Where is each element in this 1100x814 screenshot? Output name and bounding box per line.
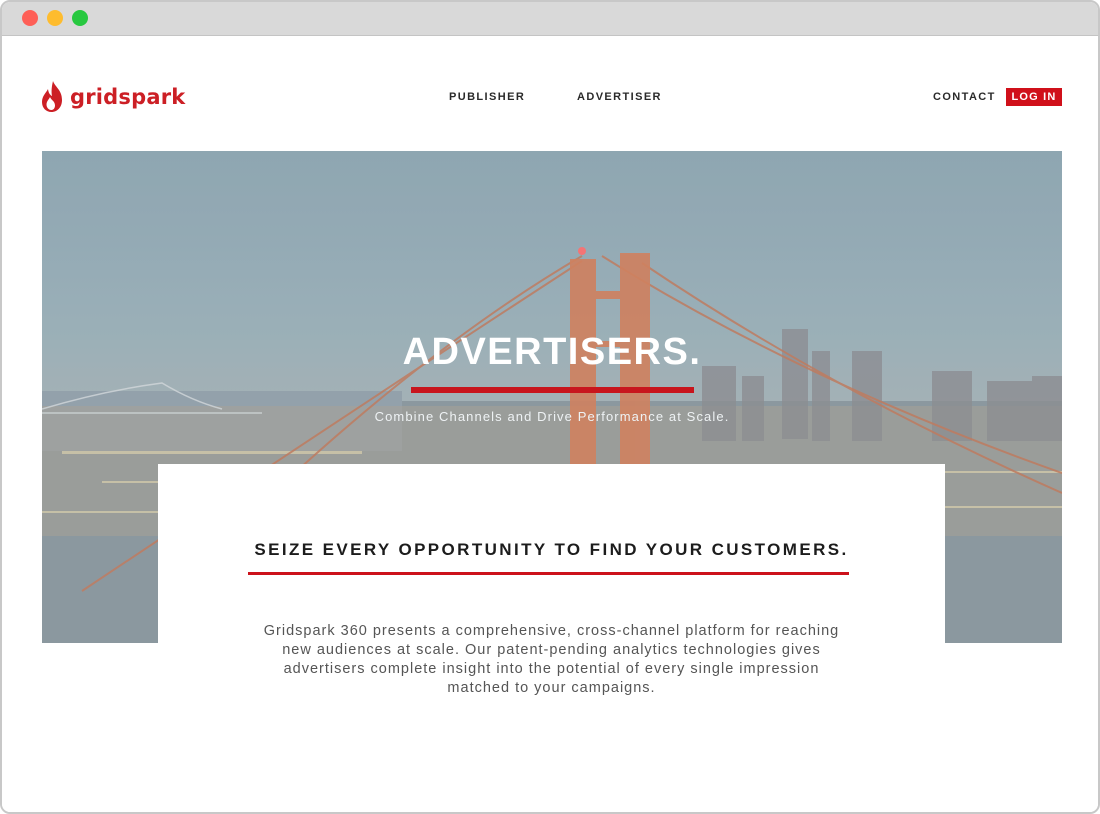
maximize-icon[interactable]: [72, 10, 88, 26]
window-titlebar: [2, 2, 1098, 36]
minimize-icon[interactable]: [47, 10, 63, 26]
web-page: gridspark PUBLISHER ADVERTISER CONTACT L…: [2, 36, 1098, 812]
section-heading-underline: [248, 572, 849, 575]
intro-card: SEIZE EVERY OPPORTUNITY TO FIND YOUR CUS…: [158, 464, 945, 812]
hero-title: ADVERTISERS.: [402, 331, 702, 373]
nav-advertiser-link[interactable]: ADVERTISER: [577, 91, 662, 103]
close-icon[interactable]: [22, 10, 38, 26]
section-heading: SEIZE EVERY OPPORTUNITY TO FIND YOUR CUS…: [254, 540, 849, 559]
brand-logo[interactable]: gridspark: [40, 80, 185, 114]
brand-name: gridspark: [70, 85, 186, 109]
flame-icon: [42, 81, 62, 112]
nav-publisher-link[interactable]: PUBLISHER: [449, 91, 525, 103]
hero-title-underline: [411, 387, 694, 393]
section-body-text: Gridspark 360 presents a comprehensive, …: [263, 623, 840, 696]
browser-window: gridspark PUBLISHER ADVERTISER CONTACT L…: [0, 0, 1100, 814]
nav-contact-link[interactable]: CONTACT: [933, 91, 996, 103]
login-button[interactable]: LOG IN: [1006, 88, 1062, 106]
hero-subtitle: Combine Channels and Drive Performance a…: [374, 409, 730, 424]
